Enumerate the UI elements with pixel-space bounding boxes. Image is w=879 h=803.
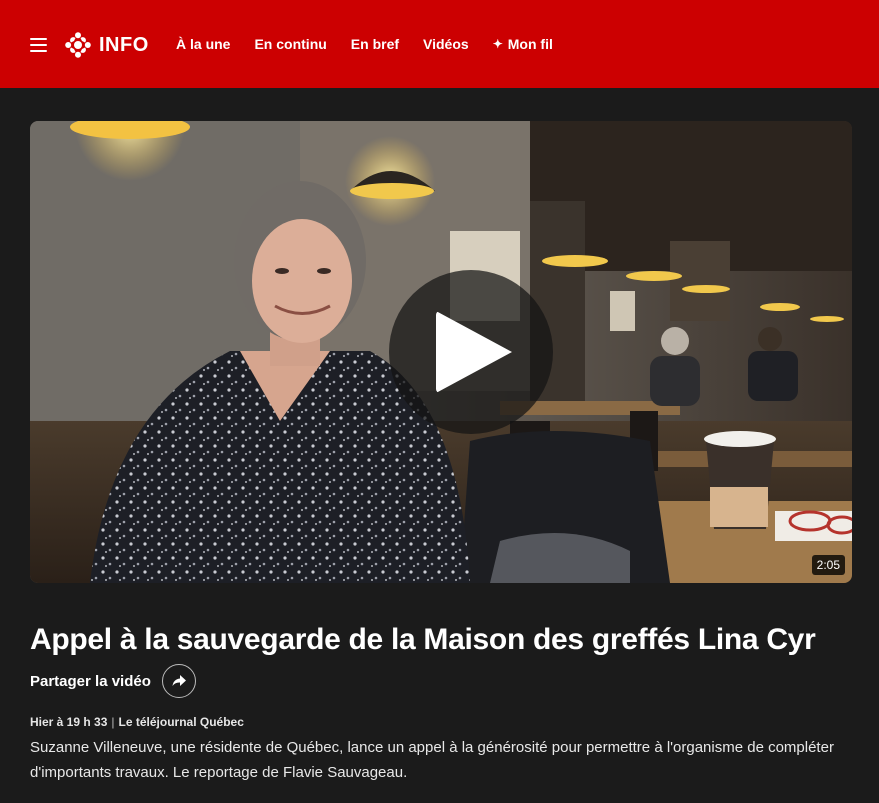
sparkle-icon: ✦	[492, 37, 503, 51]
menu-icon[interactable]	[30, 38, 47, 52]
meta-separator: |	[111, 715, 115, 729]
nav-item-videos[interactable]: Vidéos	[423, 36, 469, 52]
share-label: Partager la vidéo	[30, 672, 151, 690]
video-description: Suzanne Villeneuve, une résidente de Qué…	[30, 739, 834, 781]
radio-canada-gem-icon	[65, 32, 91, 58]
video-player[interactable]: 2:05	[30, 121, 852, 583]
top-navigation-bar: INFO À la une En continu En bref Vidéos …	[0, 0, 879, 88]
brand-label: INFO	[99, 33, 149, 56]
nav-item-en-bref[interactable]: En bref	[351, 36, 399, 52]
share-arrow-icon[interactable]	[161, 664, 196, 698]
video-metadata: Hier à 19 h 33 | Le téléjournal Québec	[30, 715, 244, 729]
video-duration-badge: 2:05	[811, 555, 845, 575]
play-icon	[436, 311, 512, 393]
radio-canada-info-logo[interactable]: INFO	[65, 31, 149, 59]
publish-time: Hier à 19 h 33	[30, 715, 108, 729]
nav-item-a-la-une[interactable]: À la une	[176, 36, 230, 52]
main-nav: À la une En continu En bref Vidéos ✦ Mon…	[176, 0, 577, 88]
nav-item-mon-fil[interactable]: ✦ Mon fil	[493, 36, 553, 52]
video-title: Appel à la sauvegarde de la Maison des g…	[30, 623, 816, 656]
play-button[interactable]	[389, 270, 553, 434]
nav-item-en-continu[interactable]: En continu	[254, 36, 326, 52]
share-video-button[interactable]: Partager la vidéo	[30, 664, 196, 698]
program-name: Le téléjournal Québec	[118, 715, 244, 729]
nav-item-mon-fil-label: Mon fil	[507, 36, 553, 52]
